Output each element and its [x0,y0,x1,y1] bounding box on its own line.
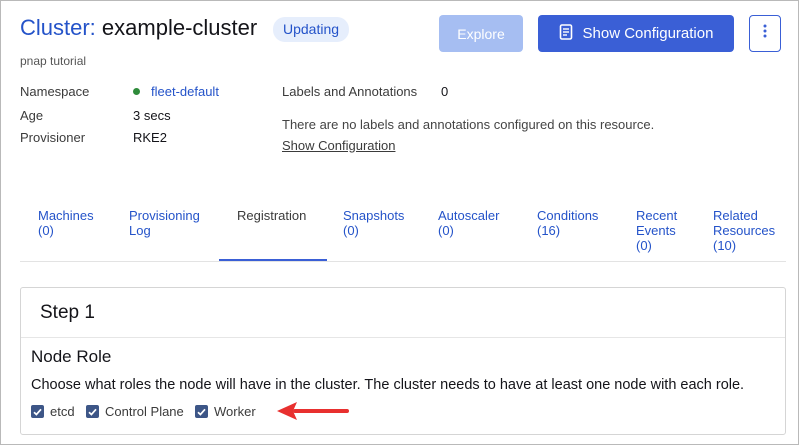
tab-machines-count: (0) [38,223,54,238]
tab-provisioning-log[interactable]: Provisioning Log [129,208,200,238]
status-badge: Updating [273,17,350,42]
node-role-heading: Node Role [31,347,112,366]
tab-provisioning-log-label: Provisioning [129,208,200,223]
tab-provisioning-log-label-2: Log [129,223,151,238]
namespace-label: Namespace [20,84,90,99]
resource-description: pnap tutorial [20,54,87,68]
show-configuration-button[interactable]: Show Configuration [538,15,734,52]
resource-kind: Cluster: [20,15,96,40]
provisioner-value: RKE2 [133,130,167,145]
worker-checkbox[interactable]: Worker [195,404,256,419]
tabs-divider [20,261,786,262]
tab-machines[interactable]: Machines (0) [38,208,94,238]
tab-related-resources-label: Related [713,208,758,223]
tab-recent-events-count: (0) [636,238,652,253]
tab-machines-label: Machines [38,208,94,223]
more-actions-button[interactable] [749,15,781,52]
etcd-label: etcd [50,404,75,419]
tab-conditions-label: Conditions [537,208,599,223]
explore-button[interactable]: Explore [439,15,523,52]
tab-snapshots[interactable]: Snapshots (0) [343,208,404,238]
show-configuration-link[interactable]: Show Configuration [282,138,395,153]
tab-related-resources-label-2: Resources [713,223,776,238]
worker-label: Worker [214,404,256,419]
tab-related-resources[interactable]: Related Resources (10) [713,208,775,253]
age-label: Age [20,108,44,123]
tab-recent-events-label: Recent [636,208,678,223]
labels-annotations-count: 0 [441,84,449,99]
active-tab-indicator [219,259,327,261]
etcd-checkbox[interactable]: etcd [31,404,75,419]
control-plane-checkbox[interactable]: Control Plane [86,404,184,419]
page-title: Cluster: example-cluster [20,15,257,41]
kebab-menu-icon [763,24,767,43]
provisioner-label: Provisioner [20,130,86,145]
checkbox-checked-icon [195,405,208,418]
tab-registration[interactable]: Registration [237,208,306,223]
document-icon [559,23,573,44]
labels-annotations-label: Labels and Annotations [282,84,418,99]
checkbox-checked-icon [86,405,99,418]
resource-name: example-cluster [101,15,258,40]
step-title: Step 1 [40,302,95,323]
tab-autoscaler-count: (0) [438,223,454,238]
tab-conditions-count: (16) [537,223,561,238]
labels-empty-note: There are no labels and annotations conf… [282,117,655,132]
tab-recent-events[interactable]: Recent Events (0) [636,208,677,253]
node-role-description: Choose what roles the node will have in … [31,377,745,393]
tab-snapshots-count: (0) [343,223,359,238]
tab-autoscaler-label: Autoscaler [438,208,500,223]
checkbox-checked-icon [31,405,44,418]
namespace-link[interactable]: fleet-default [151,84,219,99]
age-value: 3 secs [133,108,171,123]
tab-related-resources-count: (10) [713,238,737,253]
namespace-status-dot [133,88,140,95]
tab-snapshots-label: Snapshots [343,208,405,223]
tab-registration-label: Registration [237,208,307,223]
control-plane-label: Control Plane [105,404,184,419]
annotation-arrow-icon [275,400,353,429]
card-divider [21,337,785,338]
show-configuration-label: Show Configuration [582,25,714,42]
tab-recent-events-label-2: Events [636,223,676,238]
tab-autoscaler[interactable]: Autoscaler (0) [438,208,499,238]
tab-conditions[interactable]: Conditions (16) [537,208,598,238]
